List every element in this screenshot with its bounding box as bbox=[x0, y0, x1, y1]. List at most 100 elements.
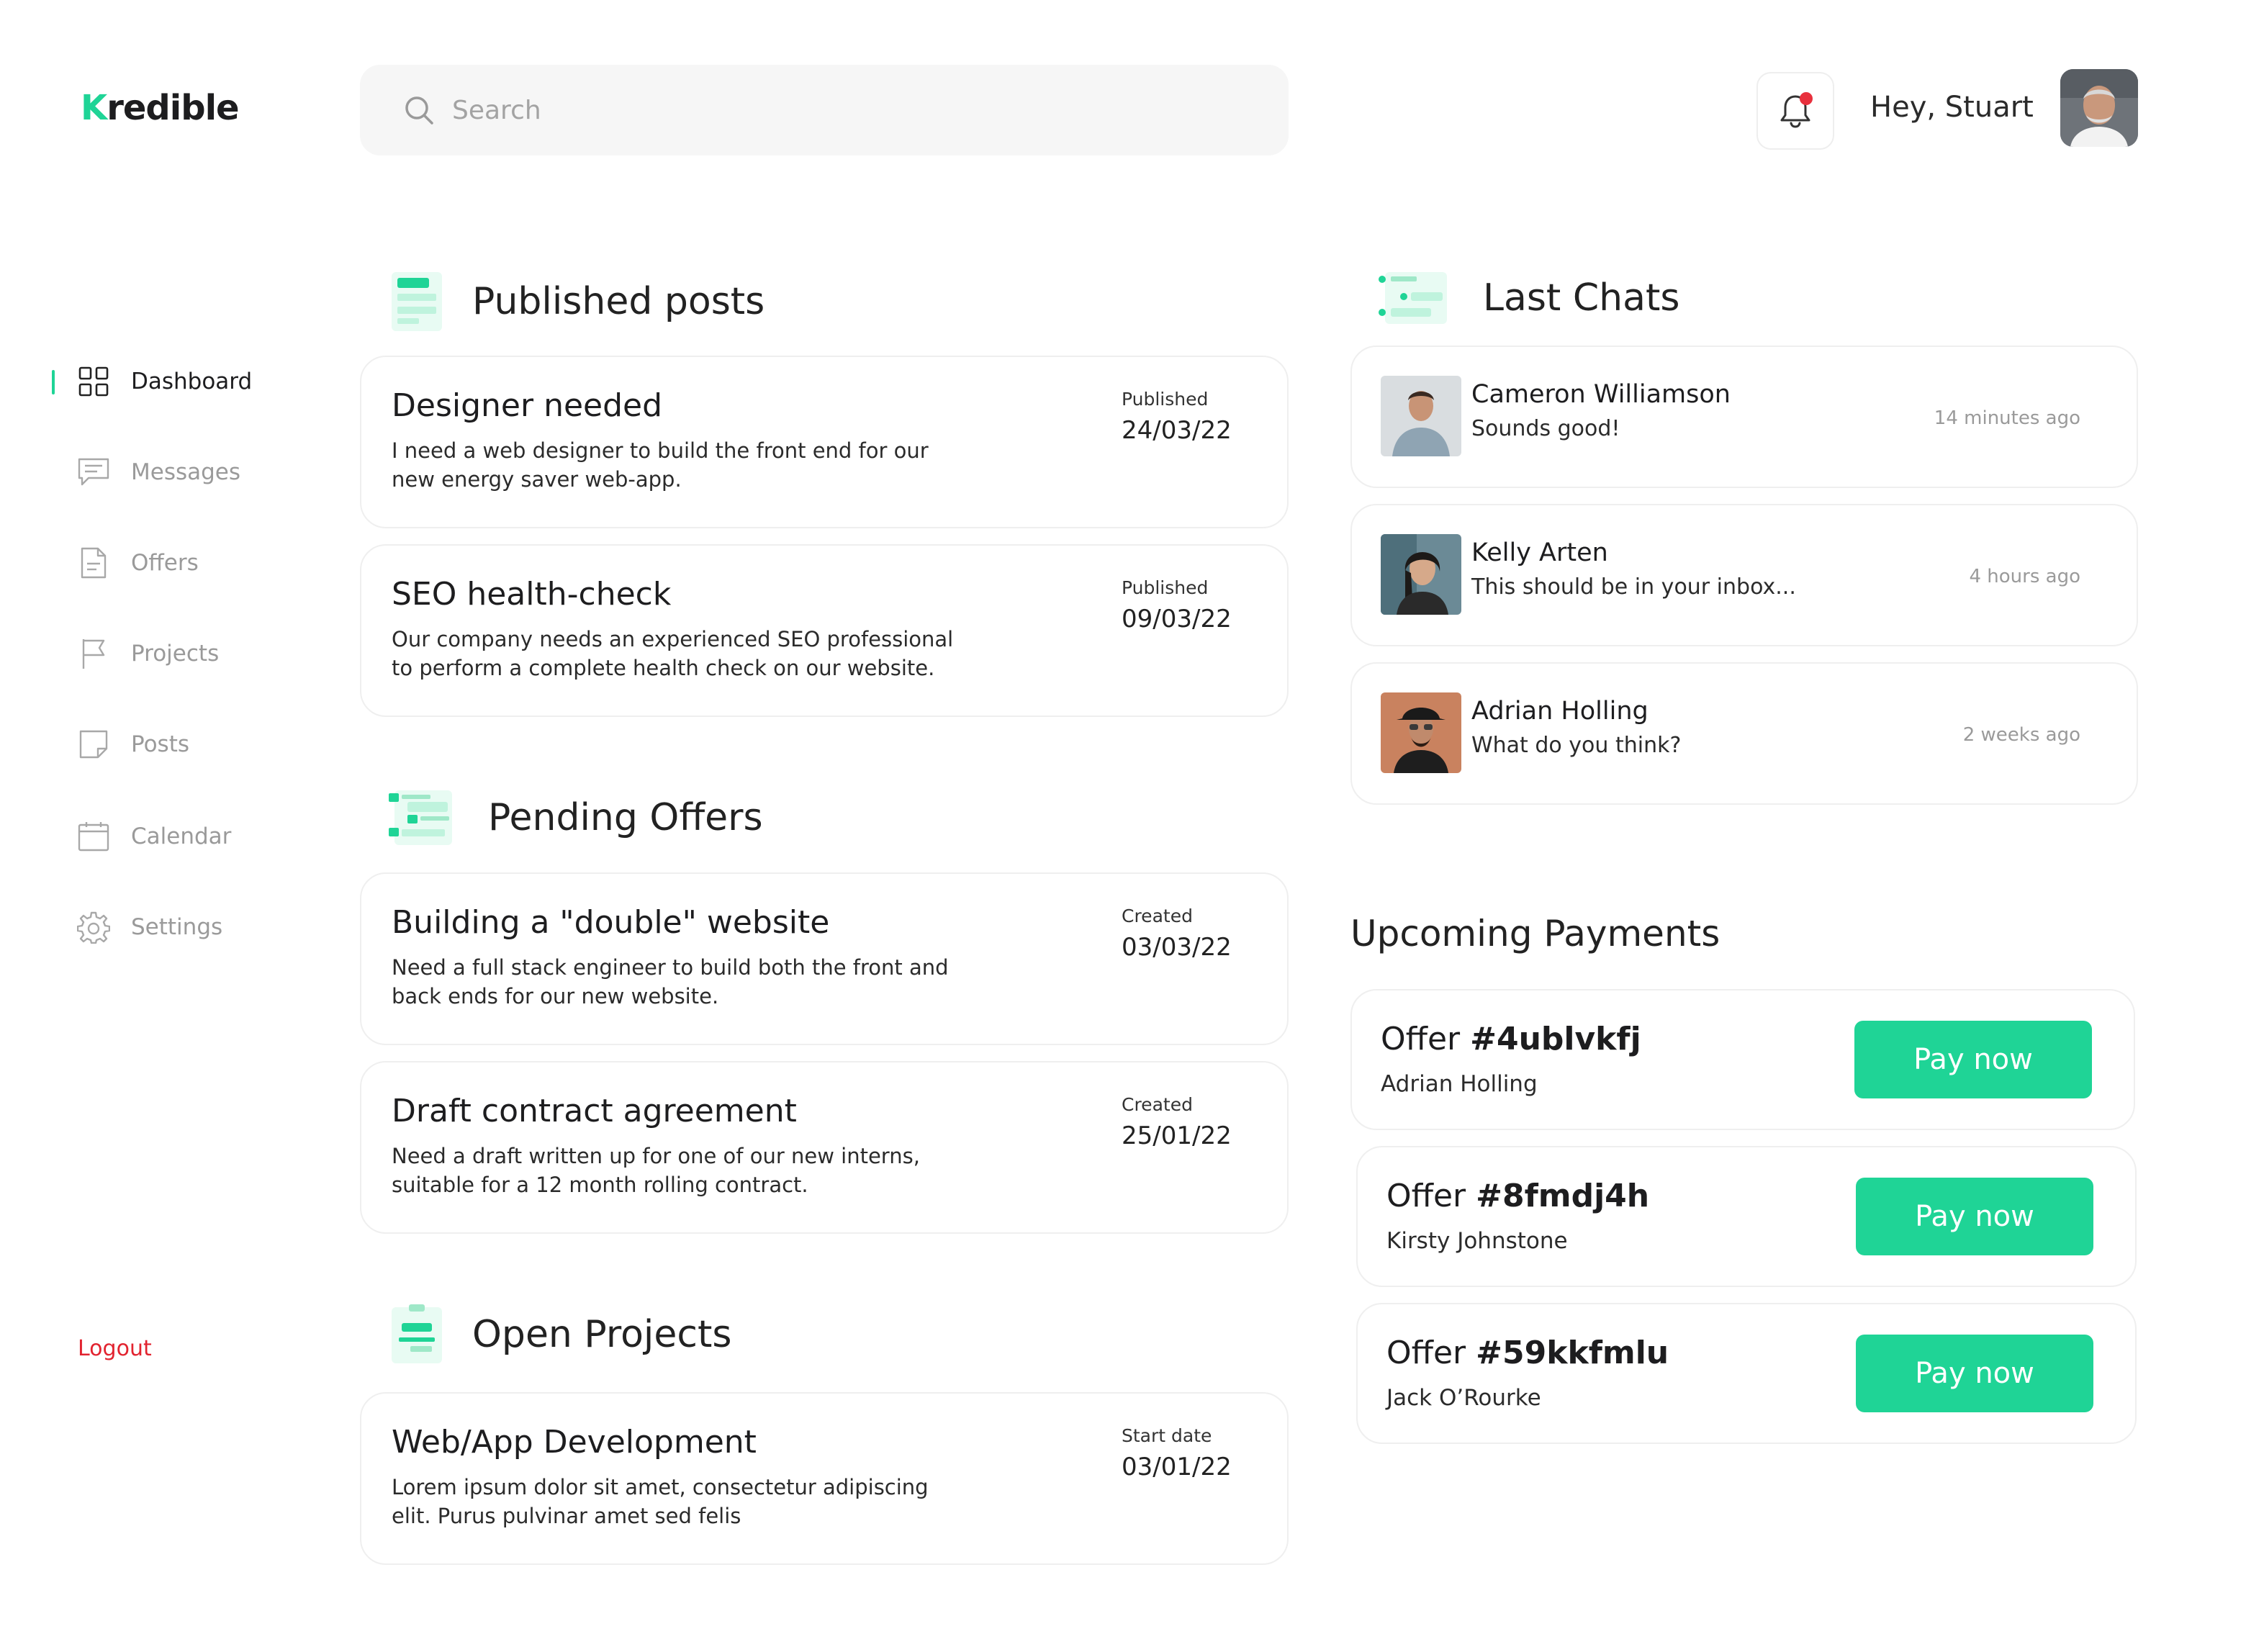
post-card[interactable]: SEO health-check Our company needs an ex… bbox=[360, 544, 1289, 717]
chats-section-icon bbox=[1378, 271, 1454, 325]
project-date-label: Start date bbox=[1122, 1425, 1212, 1446]
user-greeting: Hey, Stuart bbox=[1870, 91, 2034, 124]
sidebar-item-label: Posts bbox=[131, 731, 190, 757]
post-title: SEO health-check bbox=[392, 576, 672, 613]
chat-avatar bbox=[1381, 534, 1461, 615]
payment-recipient: Adrian Holling bbox=[1381, 1071, 1538, 1097]
active-indicator bbox=[52, 370, 55, 394]
section-title: Last Chats bbox=[1483, 276, 1680, 320]
notification-button[interactable] bbox=[1756, 72, 1834, 150]
chat-item[interactable]: Adrian Holling What do you think? 2 week… bbox=[1350, 662, 2138, 805]
offer-id: #8fmdj4h bbox=[1476, 1178, 1650, 1214]
sidebar-item-dashboard[interactable]: Dashboard bbox=[52, 360, 311, 403]
offer-id: #4ublvkfj bbox=[1470, 1021, 1641, 1057]
flag-icon bbox=[76, 636, 111, 671]
grid-icon bbox=[76, 364, 111, 399]
chat-last-message: This should be in your inbox... bbox=[1471, 574, 1796, 600]
search-input[interactable] bbox=[452, 95, 1100, 125]
chat-last-message: Sounds good! bbox=[1471, 416, 1620, 441]
payment-recipient: Jack O’Rourke bbox=[1386, 1385, 1541, 1411]
sidebar-item-label: Dashboard bbox=[131, 369, 253, 394]
section-title: Upcoming Payments bbox=[1350, 913, 1720, 954]
search-icon bbox=[405, 96, 433, 125]
chat-item[interactable]: Cameron Williamson Sounds good! 14 minut… bbox=[1350, 346, 2138, 488]
sidebar-item-messages[interactable]: Messages bbox=[52, 451, 311, 494]
logout-link[interactable]: Logout bbox=[78, 1336, 152, 1361]
post-date: 24/03/22 bbox=[1122, 416, 1232, 445]
sidebar-item-label: Messages bbox=[131, 459, 241, 485]
logo-k-mark: K bbox=[81, 88, 107, 128]
sidebar-item-settings[interactable]: Settings bbox=[52, 906, 311, 949]
offer-card[interactable]: Building a "double" website Need a full … bbox=[360, 872, 1289, 1045]
chat-last-message: What do you think? bbox=[1471, 733, 1682, 758]
chat-avatar bbox=[1381, 376, 1461, 456]
upcoming-payments-heading: Upcoming Payments bbox=[1350, 913, 1720, 954]
chat-avatar bbox=[1381, 692, 1461, 773]
offer-date: 03/03/22 bbox=[1122, 933, 1232, 962]
note-icon bbox=[76, 727, 111, 762]
sidebar-item-calendar[interactable]: Calendar bbox=[52, 815, 311, 858]
payment-offer-title: Offer #8fmdj4h bbox=[1386, 1178, 1649, 1214]
posts-section-icon bbox=[389, 271, 445, 333]
pay-now-button[interactable]: Pay now bbox=[1854, 1021, 2092, 1098]
calendar-icon bbox=[76, 819, 111, 854]
offers-section-icon bbox=[389, 787, 459, 848]
sidebar-item-label: Settings bbox=[131, 914, 223, 940]
offer-status-label: Created bbox=[1122, 1094, 1193, 1115]
sidebar-item-projects[interactable]: Projects bbox=[52, 632, 311, 675]
chat-timestamp: 2 weeks ago bbox=[1962, 724, 2080, 746]
payment-offer-title: Offer #4ublvkfj bbox=[1381, 1021, 1641, 1057]
chat-timestamp: 4 hours ago bbox=[1969, 566, 2080, 587]
user-avatar[interactable] bbox=[2060, 69, 2138, 147]
sidebar-item-label: Calendar bbox=[131, 823, 232, 849]
last-chats-heading: Last Chats bbox=[1378, 271, 1679, 325]
post-description: I need a web designer to build the front… bbox=[392, 438, 929, 492]
sidebar-item-posts[interactable]: Posts bbox=[52, 723, 311, 766]
offer-prefix: Offer bbox=[1386, 1335, 1476, 1371]
offer-status-label: Created bbox=[1122, 906, 1193, 926]
offer-title: Building a "double" website bbox=[392, 904, 830, 941]
section-title: Open Projects bbox=[472, 1313, 732, 1356]
published-posts-heading: Published posts bbox=[389, 271, 765, 333]
payment-item: Offer #4ublvkfj Adrian Holling Pay now bbox=[1350, 989, 2135, 1130]
section-title: Published posts bbox=[472, 280, 765, 323]
search-bar[interactable] bbox=[360, 65, 1289, 155]
project-title: Web/App Development bbox=[392, 1424, 757, 1461]
sidebar-item-offers[interactable]: Offers bbox=[52, 541, 311, 584]
offer-prefix: Offer bbox=[1386, 1178, 1476, 1214]
offer-card[interactable]: Draft contract agreement Need a draft wr… bbox=[360, 1061, 1289, 1234]
chat-item[interactable]: Kelly Arten This should be in your inbox… bbox=[1350, 504, 2138, 646]
payment-item: Offer #8fmdj4h Kirsty Johnstone Pay now bbox=[1356, 1146, 2137, 1287]
post-status-label: Published bbox=[1122, 577, 1209, 598]
project-description: Lorem ipsum dolor sit amet, consectetur … bbox=[392, 1475, 929, 1528]
section-title: Pending Offers bbox=[488, 796, 763, 839]
gear-icon bbox=[76, 910, 111, 944]
chat-contact-name: Kelly Arten bbox=[1471, 538, 1608, 567]
message-icon bbox=[76, 455, 111, 489]
offer-description: Need a draft written up for one of our n… bbox=[392, 1144, 920, 1197]
pay-now-button[interactable]: Pay now bbox=[1856, 1178, 2093, 1255]
project-date: 03/01/22 bbox=[1122, 1453, 1232, 1481]
chat-timestamp: 14 minutes ago bbox=[1934, 407, 2080, 429]
kredible-logo[interactable]: Kredible bbox=[81, 88, 240, 128]
payment-recipient: Kirsty Johnstone bbox=[1386, 1228, 1568, 1254]
payment-item: Offer #59kkfmlu Jack O’Rourke Pay now bbox=[1356, 1303, 2137, 1444]
post-title: Designer needed bbox=[392, 387, 663, 424]
sidebar-item-label: Projects bbox=[131, 641, 220, 667]
projects-section-icon bbox=[389, 1304, 445, 1365]
chat-contact-name: Cameron Williamson bbox=[1471, 380, 1731, 409]
logo-text: redible bbox=[107, 88, 239, 128]
chat-contact-name: Adrian Holling bbox=[1471, 697, 1649, 726]
project-card[interactable]: Web/App Development Lorem ipsum dolor si… bbox=[360, 1392, 1289, 1565]
avatar-image bbox=[2060, 69, 2138, 147]
offer-id: #59kkfmlu bbox=[1476, 1335, 1669, 1371]
offer-prefix: Offer bbox=[1381, 1021, 1471, 1057]
document-icon bbox=[76, 546, 111, 580]
dashboard-page: Kredible Hey, Stuart bbox=[0, 0, 2246, 1652]
post-card[interactable]: Designer needed I need a web designer to… bbox=[360, 356, 1289, 528]
offer-title: Draft contract agreement bbox=[392, 1093, 797, 1129]
sidebar-item-label: Offers bbox=[131, 550, 199, 576]
pay-now-button[interactable]: Pay now bbox=[1856, 1335, 2093, 1412]
open-projects-heading: Open Projects bbox=[389, 1304, 731, 1365]
offer-description: Need a full stack engineer to build both… bbox=[392, 955, 949, 1008]
